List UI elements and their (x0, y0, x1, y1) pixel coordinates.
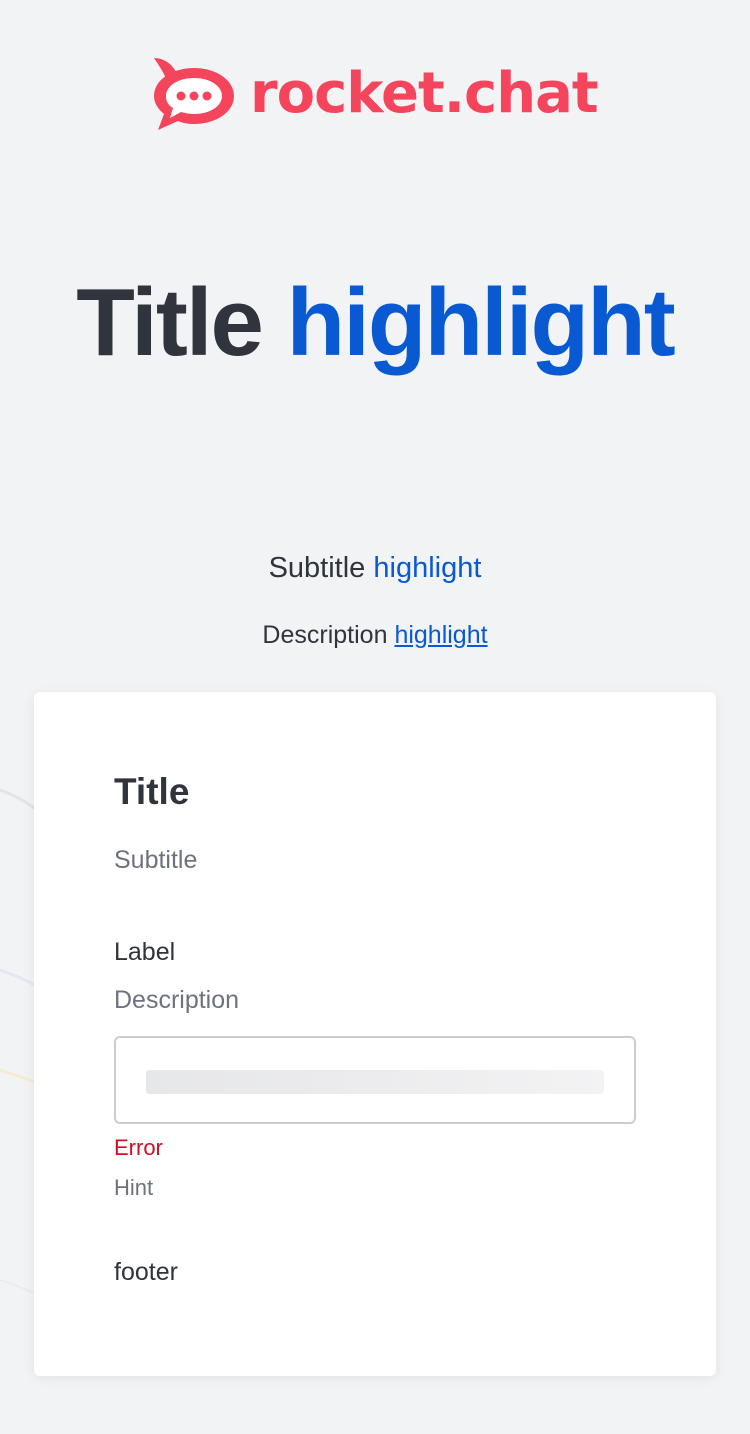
hero-title-highlight: highlight (286, 269, 676, 376)
form-card: Title Subtitle Label Description Error H… (34, 692, 716, 1376)
text-input[interactable] (114, 1036, 636, 1124)
hero-title-text: Title (76, 269, 264, 376)
field-hint: Hint (114, 1175, 154, 1200)
hero-title: Title highlight (0, 268, 750, 378)
card-title: Title (114, 771, 190, 812)
hero-description: Description highlight (0, 617, 750, 653)
rocket-chat-logo-icon (154, 58, 234, 130)
card-footer: footer (114, 1258, 178, 1286)
field-label: Label (114, 938, 176, 966)
brand-name: rocket.chat (250, 61, 599, 126)
field-description: Description (114, 986, 240, 1014)
hero-description-text: Description (262, 621, 388, 649)
card-subtitle: Subtitle (114, 846, 198, 874)
hero-description-link[interactable]: highlight (394, 621, 487, 649)
page: rocket.chat Title highlight Subtitle hig… (0, 0, 750, 1434)
field-error: Error (114, 1135, 163, 1160)
input-skeleton-placeholder (146, 1070, 604, 1094)
hero-subtitle-text: Subtitle (268, 552, 366, 584)
hero-subtitle-highlight: highlight (373, 552, 482, 584)
hero-subtitle: Subtitle highlight (0, 548, 750, 588)
brand-logo[interactable]: rocket.chat (150, 54, 599, 134)
